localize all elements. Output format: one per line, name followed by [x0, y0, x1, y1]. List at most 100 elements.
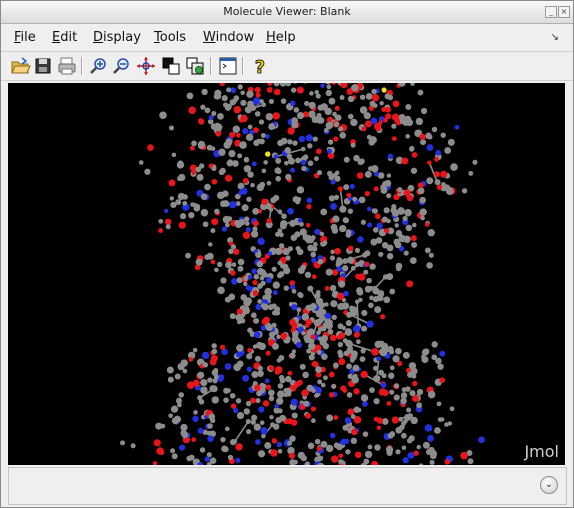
atom — [300, 146, 306, 152]
atom — [397, 187, 403, 193]
atom — [208, 413, 216, 421]
atom — [252, 279, 258, 286]
close-icon[interactable]: × — [558, 6, 570, 18]
atom — [338, 352, 344, 359]
atom — [338, 280, 346, 288]
atom — [391, 203, 397, 210]
atom — [274, 403, 279, 409]
atom — [428, 252, 434, 258]
atom — [289, 318, 296, 326]
atom — [217, 286, 225, 295]
atom — [235, 443, 243, 451]
atom — [236, 277, 243, 284]
atom — [168, 179, 176, 187]
atom — [310, 334, 316, 340]
atom — [386, 401, 392, 406]
atom — [293, 107, 300, 113]
menu-display[interactable]: Display — [93, 30, 141, 45]
molecule-canvas[interactable]: Jmol — [8, 83, 565, 465]
atom — [271, 310, 278, 316]
atom — [185, 252, 191, 259]
menu-file[interactable]: File — [14, 30, 36, 45]
atom — [326, 148, 332, 154]
atom — [200, 208, 209, 217]
console-icon[interactable] — [217, 55, 239, 77]
atom — [222, 215, 231, 224]
atom — [277, 209, 283, 215]
atom — [265, 323, 273, 332]
rotate-icon[interactable] — [135, 55, 157, 77]
atom — [353, 331, 360, 338]
atom — [160, 423, 166, 429]
help-icon[interactable]: ? — [249, 55, 271, 79]
open-folder-icon[interactable] — [9, 55, 31, 77]
zoom-out-icon[interactable] — [111, 55, 133, 77]
atom — [392, 355, 400, 363]
atom — [403, 189, 411, 197]
atom — [394, 383, 400, 389]
atom — [204, 183, 211, 191]
menu-tools[interactable]: Tools — [154, 30, 186, 45]
atom — [295, 157, 301, 164]
atom — [420, 139, 427, 146]
atom — [299, 221, 304, 227]
atom — [260, 132, 266, 138]
atom — [272, 281, 280, 289]
atom — [316, 112, 322, 119]
atom — [181, 431, 189, 439]
atom — [405, 103, 412, 110]
atom — [402, 457, 409, 464]
atom — [362, 401, 368, 407]
atom — [247, 274, 253, 280]
atom — [287, 139, 293, 145]
export-icon[interactable] — [184, 55, 206, 77]
expand-icon[interactable]: ⌄ — [540, 476, 558, 494]
atom — [303, 400, 310, 407]
atom — [325, 83, 331, 85]
atom — [251, 371, 259, 379]
atom — [191, 140, 197, 147]
atom — [256, 268, 265, 276]
title-bar[interactable]: Molecule Viewer: Blank _ × — [1, 1, 573, 24]
atom — [313, 319, 320, 327]
atom — [278, 271, 285, 278]
atom — [376, 356, 382, 362]
print-icon[interactable] — [56, 55, 78, 77]
zoom-in-icon[interactable] — [88, 55, 110, 77]
menu-window[interactable]: Window — [203, 30, 254, 45]
atom — [177, 176, 183, 182]
atom — [261, 318, 268, 325]
atom — [218, 148, 226, 156]
menu-help[interactable]: Help — [266, 30, 296, 45]
jmol-watermark: Jmol — [524, 442, 559, 461]
atom — [171, 152, 177, 158]
menu-edit[interactable]: Edit — [52, 30, 77, 45]
atom — [328, 392, 335, 398]
atom — [431, 341, 438, 348]
atom — [371, 93, 380, 102]
atom — [440, 132, 446, 138]
save-icon[interactable] — [32, 55, 54, 77]
copy-icon[interactable] — [160, 55, 182, 77]
atom — [277, 448, 283, 454]
minimize-icon[interactable]: _ — [545, 6, 557, 18]
atom — [324, 285, 330, 291]
atom — [256, 341, 264, 349]
atom — [252, 290, 259, 297]
atom — [237, 84, 243, 90]
atom — [195, 258, 203, 266]
atom — [246, 196, 252, 203]
detach-menu-icon[interactable]: ↘ — [551, 32, 559, 43]
atom — [404, 208, 412, 217]
atom — [353, 388, 360, 395]
atom — [251, 161, 257, 167]
atom — [398, 416, 404, 422]
atom — [412, 395, 419, 402]
atom — [201, 351, 210, 360]
atom — [325, 444, 334, 453]
molecule-render[interactable] — [8, 83, 565, 465]
atom — [373, 103, 378, 108]
atom — [209, 385, 217, 392]
atom — [393, 394, 400, 400]
atom — [317, 104, 324, 111]
